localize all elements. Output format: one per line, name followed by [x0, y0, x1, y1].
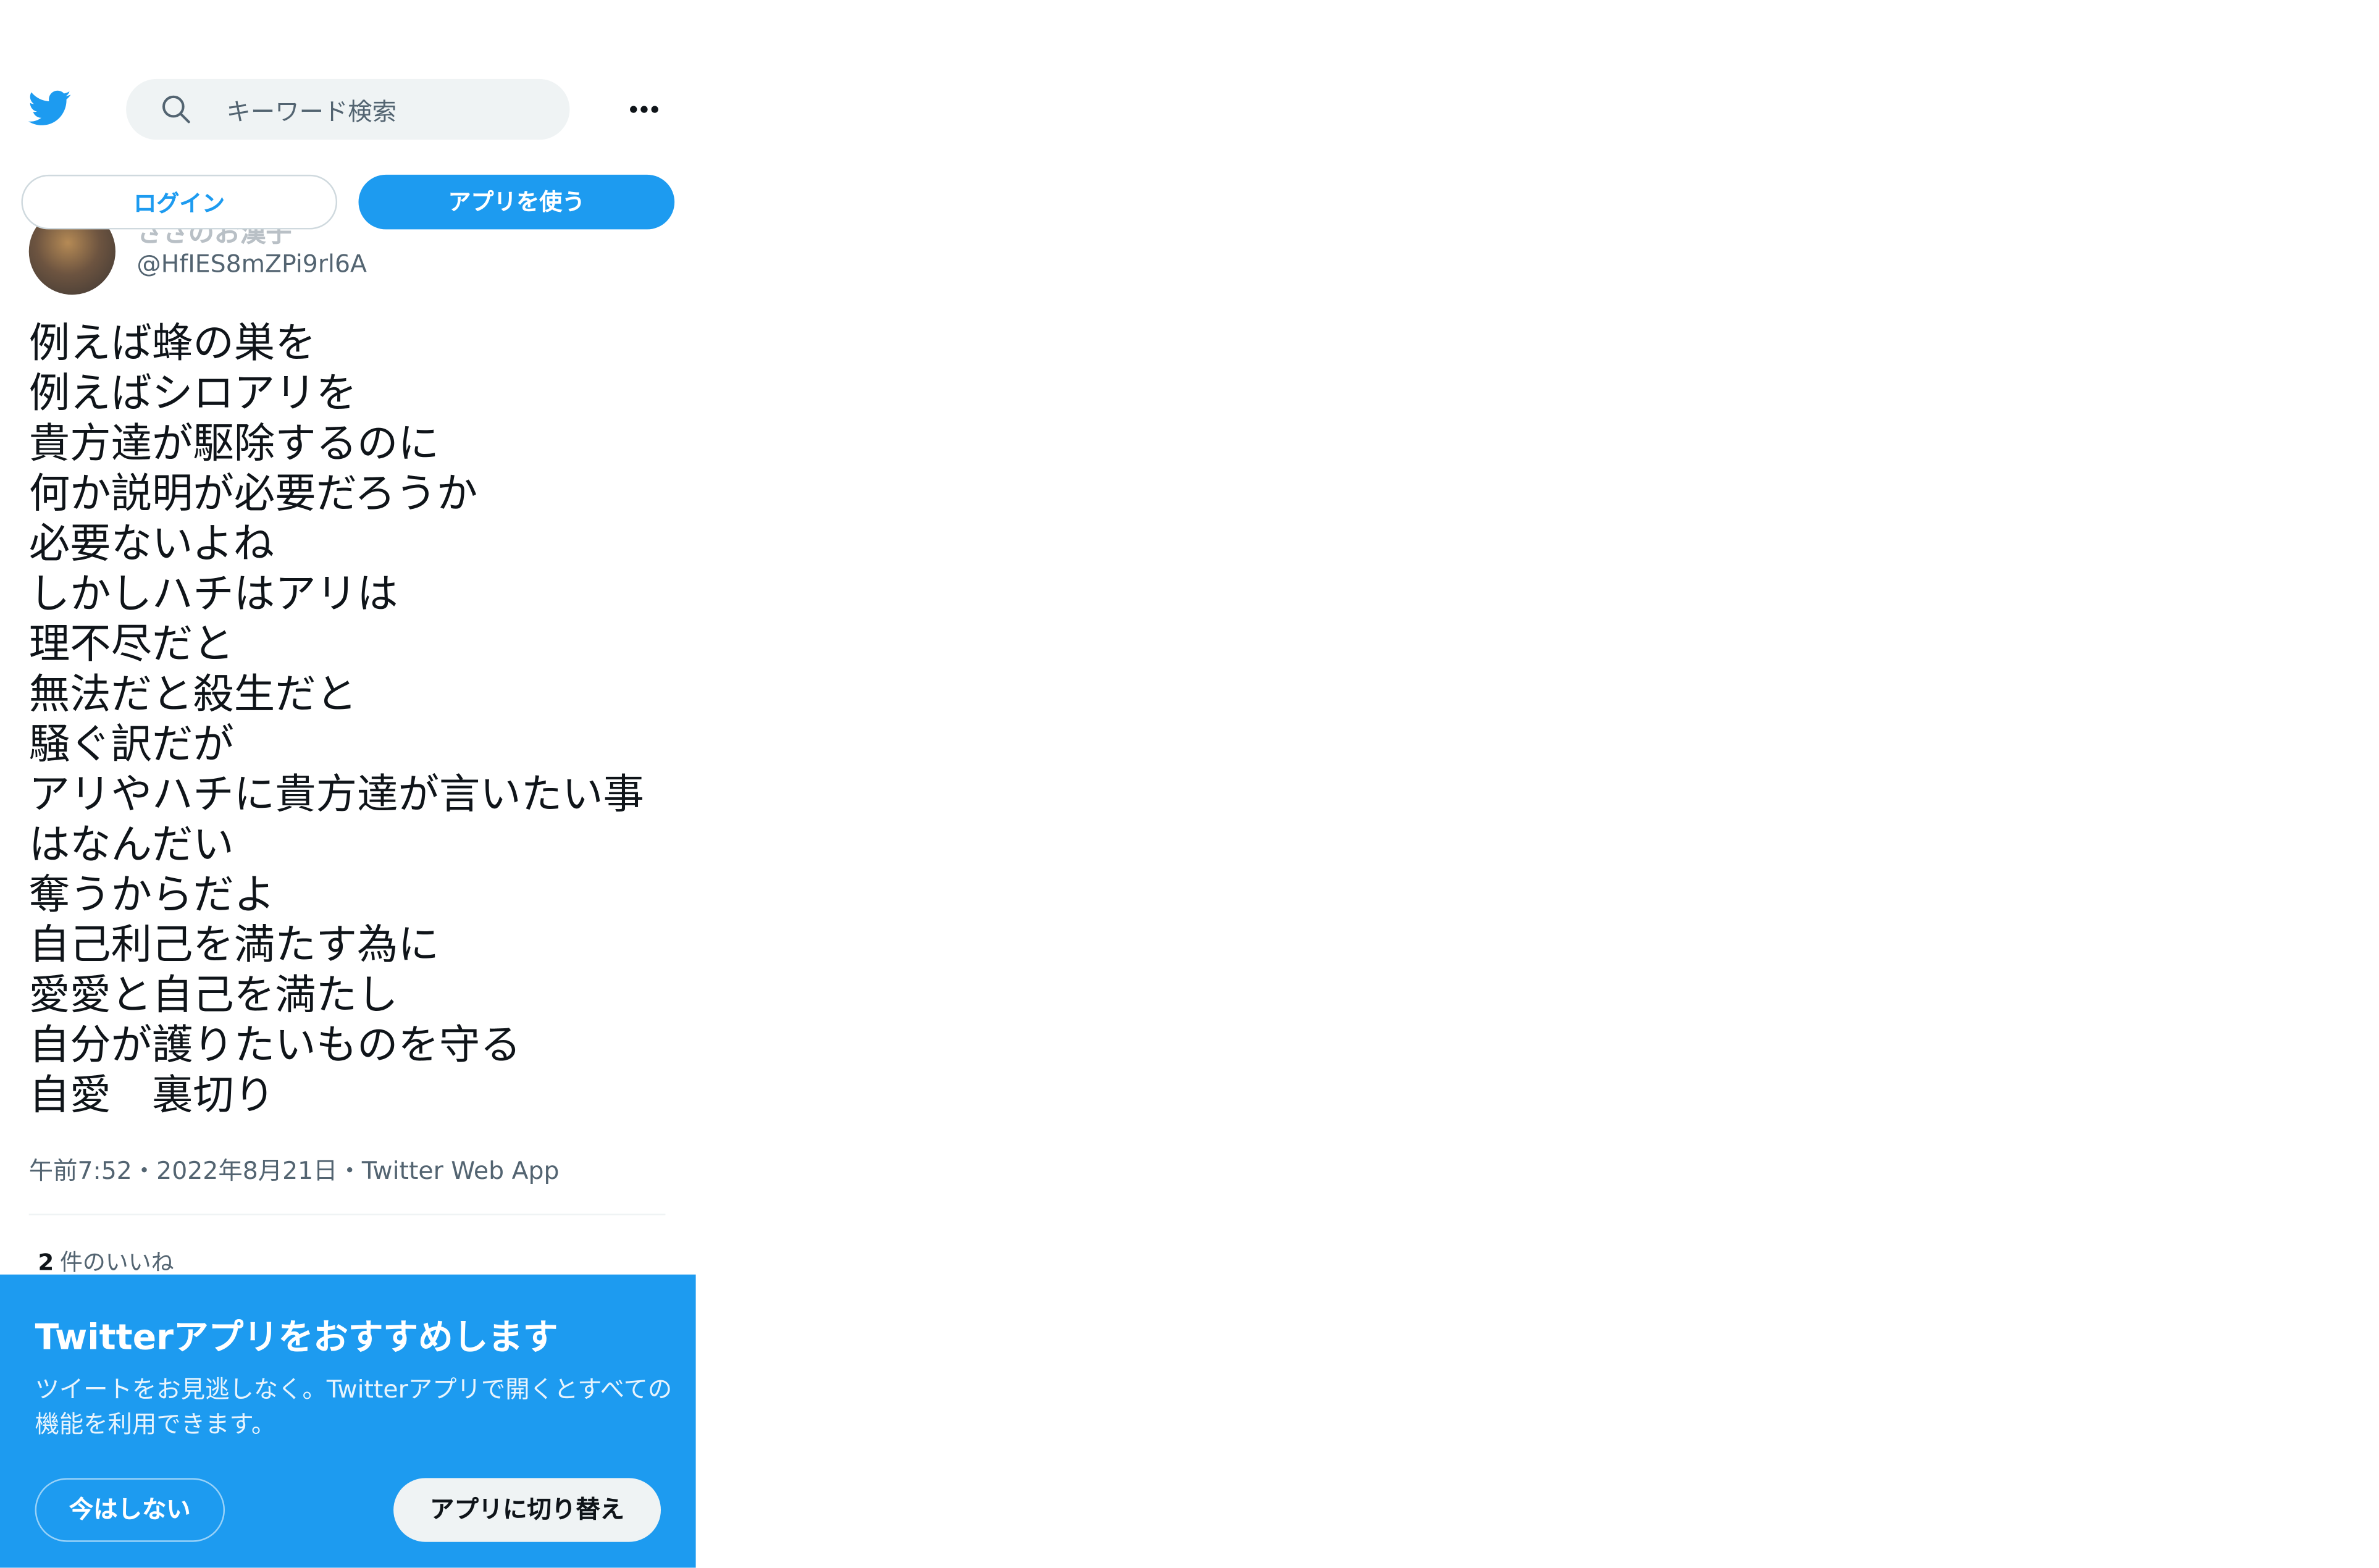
likes-label: 件のいいね — [60, 1248, 174, 1277]
likes-count: 2 — [38, 1248, 54, 1277]
more-dots-icon[interactable] — [623, 91, 666, 128]
twitter-bird-icon[interactable] — [27, 86, 73, 129]
tweet-text: 例えば蜂の巣を 例えばシロアリを 貴方達が駆除するのに 何か説明が必要だろうか … — [28, 321, 644, 1120]
banner-title: Twitterアプリをおすすめします — [35, 1319, 558, 1359]
search-box[interactable] — [126, 78, 570, 143]
banner-body: ツイートをお見逃しなく。Twitterアプリで開くとすべての機能を利用できます。 — [35, 1375, 673, 1439]
divider — [28, 1214, 666, 1215]
tweet-timestamp-source[interactable]: 午前7:52・2022年8月21日・Twitter Web App — [29, 1150, 560, 1186]
search-input[interactable] — [223, 78, 548, 143]
login-button[interactable]: ログイン — [21, 174, 338, 230]
likes-row[interactable]: 2 件のいいね — [38, 1246, 174, 1278]
author-handle[interactable]: @HfIES8mZPi9rl6A — [136, 249, 367, 278]
not-now-button[interactable]: 今はしない — [35, 1478, 225, 1542]
app-promo-banner: Twitterアプリをおすすめします ツイートをお見逃しなく。Twitterアプ… — [0, 1274, 696, 1568]
search-icon — [162, 95, 190, 124]
switch-to-app-button[interactable]: アプリに切り替え — [393, 1478, 661, 1542]
use-app-button[interactable]: アプリを使う — [358, 174, 675, 230]
